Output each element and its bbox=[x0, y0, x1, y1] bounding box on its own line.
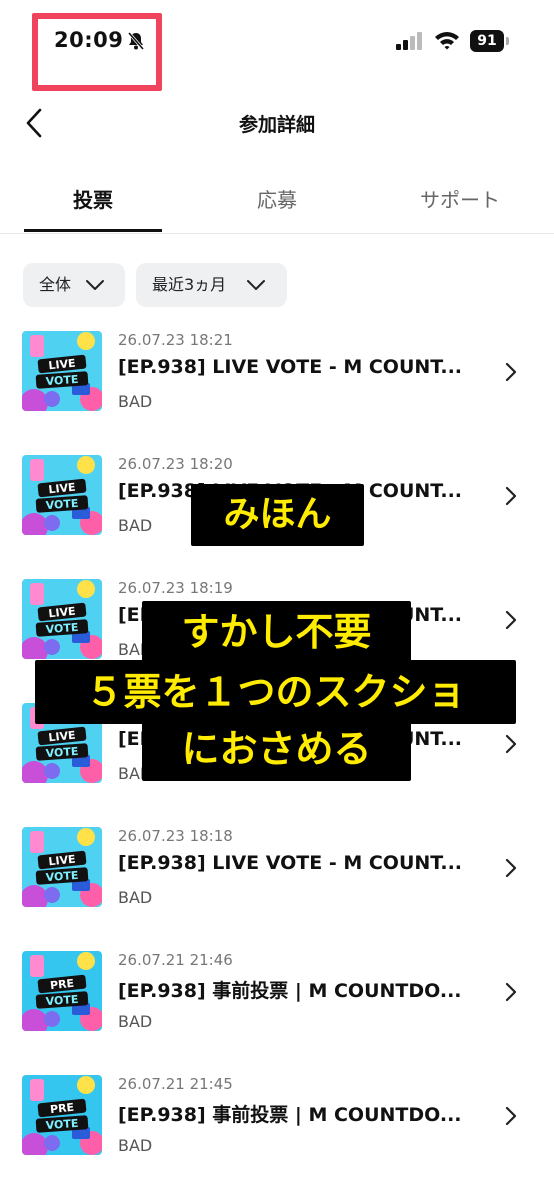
event-thumbnail: LIVE VOTE bbox=[22, 579, 102, 659]
caption-sample: みほん bbox=[191, 484, 364, 546]
battery-tip bbox=[506, 37, 509, 45]
item-date: 26.07.23 18:18 bbox=[118, 827, 233, 845]
chevron-down-icon bbox=[86, 280, 104, 290]
status-bar: 20:09 91 bbox=[0, 0, 554, 91]
active-tab-indicator bbox=[24, 229, 162, 232]
chevron-right-icon bbox=[505, 486, 517, 506]
item-date: 26.07.21 21:46 bbox=[118, 951, 233, 969]
item-date: 26.07.21 21:45 bbox=[118, 1075, 233, 1093]
item-subtitle: BAD bbox=[118, 516, 153, 535]
chevron-right-icon bbox=[505, 858, 517, 878]
tab-vote[interactable]: 投票 bbox=[24, 184, 162, 213]
item-subtitle: BAD bbox=[118, 1136, 153, 1155]
cellular-signal-icon bbox=[396, 32, 422, 50]
battery-level: 91 bbox=[470, 30, 504, 52]
status-time: 20:09 bbox=[54, 28, 124, 52]
list-item[interactable]: LIVE VOTE 26.07.23 18:21 [EP.938] LIVE VOTE… bbox=[0, 331, 554, 441]
tab-bar: 投票 応募 サポート bbox=[0, 168, 554, 234]
thumb-text-line2: VOTE bbox=[45, 745, 79, 760]
time-highlight-box bbox=[32, 13, 162, 91]
caption-five-votes: ５票を１つのスクショ bbox=[35, 660, 516, 724]
filter-all-label: 全体 bbox=[39, 275, 72, 294]
list-item[interactable]: PRE VOTE 26.07.21 21:46 [EP.938] 事前投票 | M C… bbox=[0, 951, 554, 1061]
item-date: 26.07.23 18:20 bbox=[118, 455, 233, 473]
item-date: 26.07.23 18:21 bbox=[118, 331, 233, 349]
list-item[interactable]: LIVE VOTE 26.07.23 18:18 [EP.938] LIVE VOTE… bbox=[0, 827, 554, 937]
caption-no-watermark: すかし不要 bbox=[142, 601, 411, 664]
list-item[interactable]: PRE VOTE 26.07.21 21:45 [EP.938] 事前投票 | M C… bbox=[0, 1075, 554, 1185]
item-subtitle: BAD bbox=[118, 888, 153, 907]
chevron-right-icon bbox=[505, 1106, 517, 1126]
thumb-text-line2: VOTE bbox=[45, 1117, 79, 1132]
item-subtitle: BAD bbox=[118, 392, 153, 411]
thumb-text-line2: VOTE bbox=[45, 497, 79, 512]
chevron-right-icon bbox=[505, 362, 517, 382]
filter-period-dropdown[interactable]: 最近3ヵ月 bbox=[136, 263, 287, 307]
thumb-text-line1: PRE bbox=[49, 977, 74, 992]
filter-all-dropdown[interactable]: 全体 bbox=[23, 263, 125, 307]
bell-muted-icon bbox=[127, 32, 145, 50]
thumb-text-line1: PRE bbox=[49, 1101, 74, 1116]
item-title: [EP.938] 事前投票 | M COUNTDO... bbox=[118, 980, 462, 1002]
thumb-text-line2: VOTE bbox=[45, 621, 79, 636]
event-thumbnail: LIVE VOTE bbox=[22, 331, 102, 411]
chevron-right-icon bbox=[505, 734, 517, 754]
page-title: 参加詳細 bbox=[238, 114, 315, 136]
thumb-text-line2: VOTE bbox=[45, 869, 79, 884]
event-thumbnail: PRE VOTE bbox=[22, 951, 102, 1031]
tab-support[interactable]: サポート bbox=[400, 184, 520, 213]
event-thumbnail: PRE VOTE bbox=[22, 1075, 102, 1155]
item-date: 26.07.23 18:19 bbox=[118, 579, 233, 597]
tab-apply[interactable]: 応募 bbox=[200, 184, 354, 213]
battery-icon: 91 bbox=[470, 30, 510, 52]
chevron-right-icon bbox=[505, 982, 517, 1002]
filter-period-label: 最近3ヵ月 bbox=[152, 275, 227, 294]
event-thumbnail: LIVE VOTE bbox=[22, 827, 102, 907]
item-title: [EP.938] 事前投票 | M COUNTDO... bbox=[118, 1104, 462, 1126]
item-title: [EP.938] LIVE VOTE - M COUNT... bbox=[118, 356, 463, 378]
event-thumbnail: LIVE VOTE bbox=[22, 455, 102, 535]
caption-fit-one-shot: におさめる bbox=[142, 718, 411, 781]
chevron-down-icon bbox=[247, 280, 265, 290]
item-subtitle: BAD bbox=[118, 1012, 153, 1031]
thumb-text-line2: VOTE bbox=[45, 993, 79, 1008]
wifi-icon bbox=[435, 32, 459, 50]
item-title: [EP.938] LIVE VOTE - M COUNT... bbox=[118, 852, 463, 874]
thumb-text-line2: VOTE bbox=[45, 373, 79, 388]
chevron-right-icon bbox=[505, 610, 517, 630]
